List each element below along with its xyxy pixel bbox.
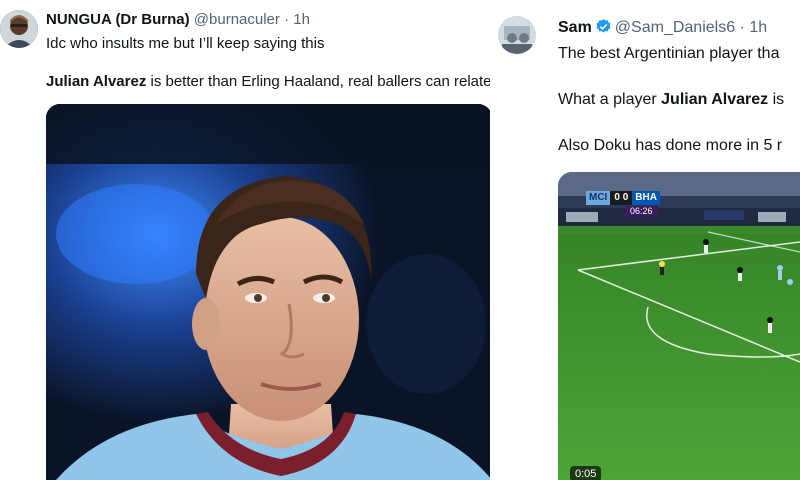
avatar-image [0, 10, 38, 48]
tweet-header: NUNGUA (Dr Burna) @burnaculer · 1h [46, 10, 310, 30]
separator-dot: · [284, 11, 290, 28]
tweet-text-span: What a player [558, 91, 662, 108]
user-avatar[interactable] [0, 10, 38, 48]
tweet-video[interactable] [558, 172, 800, 480]
tweet-text-line: The best Argentinian player tha [558, 45, 780, 62]
video-duration: 0:05 [570, 466, 602, 480]
user-avatar[interactable] [498, 16, 536, 54]
separator-dot: · [739, 19, 745, 36]
tweet-text-line: Idc who insults me but I’ll keep saying … [46, 35, 325, 52]
away-score: 0 [622, 192, 629, 203]
bold-mention: Julian Alvarez [661, 91, 769, 108]
score: 0 0 [610, 191, 633, 205]
bold-mention: Julian Alvarez [46, 73, 147, 90]
tweet-text-line: What a player Julian Alvarez is [558, 90, 784, 110]
player-photo-icon [46, 104, 490, 480]
tweet-nungua[interactable]: NUNGUA (Dr Burna) @burnaculer · 1h Idc w… [0, 0, 490, 480]
user-handle[interactable]: @burnaculer [194, 11, 280, 28]
tweet-text-line: Also Doku has done more in 5 r [558, 137, 783, 154]
avatar-image [498, 16, 536, 54]
away-team: BHA [632, 191, 660, 205]
match-clock: 06:26 [625, 206, 658, 217]
verified-badge-icon [595, 18, 612, 41]
display-name[interactable]: Sam [558, 19, 592, 36]
tweet-photo[interactable] [46, 104, 490, 480]
tweet-text-span: is [768, 91, 785, 108]
tweet-text-span: is better than Erling Haaland, real ball… [146, 73, 490, 90]
timestamp[interactable]: 1h [293, 11, 310, 28]
home-team: MCI [586, 191, 611, 205]
display-name[interactable]: NUNGUA (Dr Burna) [46, 11, 190, 28]
match-video-icon [558, 172, 800, 480]
score-bug: MCI 0 0 BHA [586, 191, 660, 205]
user-handle[interactable]: @Sam_Daniels6 [615, 19, 735, 36]
tweet-text-line: Julian Alvarez is better than Erling Haa… [46, 72, 490, 92]
home-score: 0 [614, 192, 620, 203]
tweet-header: Sam @Sam_Daniels6 · 1h [558, 18, 767, 41]
timestamp[interactable]: 1h [749, 19, 767, 36]
